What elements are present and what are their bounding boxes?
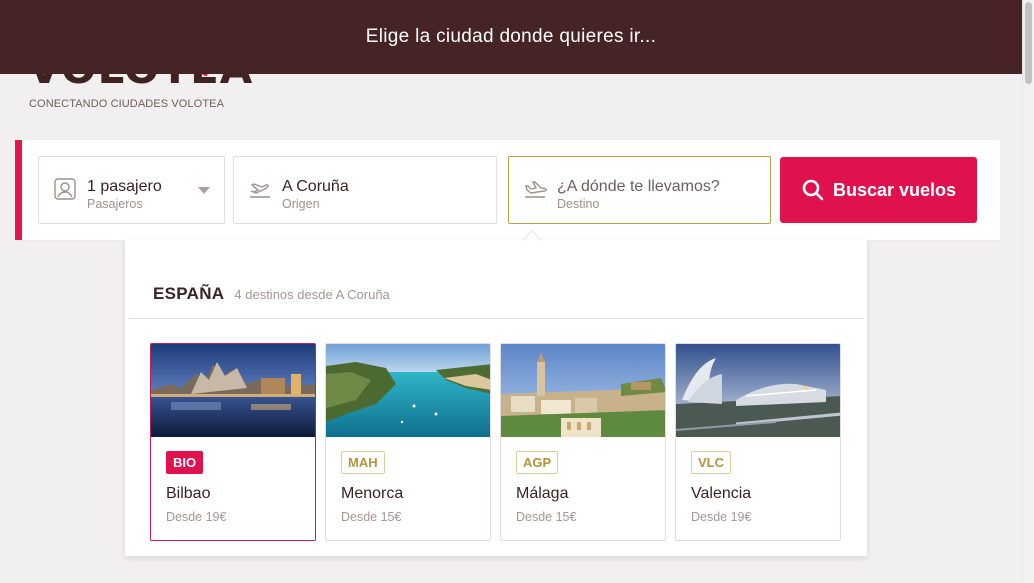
destination-value: ¿A dónde te llevamos?	[557, 178, 720, 195]
destination-card-malaga[interactable]: AGP Málaga Desde 15€	[500, 343, 666, 541]
menorca-photo	[326, 344, 490, 437]
bilbao-photo	[151, 344, 315, 437]
malaga-photo	[501, 344, 665, 437]
plane-landing-icon	[525, 181, 547, 198]
scrollbar-thumb[interactable]	[1025, 2, 1032, 84]
destination-prompt-banner: Elige la ciudad donde quieres ir...	[0, 0, 1022, 74]
banner-text: Elige la ciudad donde quieres ir...	[365, 26, 657, 47]
destinations-count: 4 destinos desde A Coruña	[234, 287, 390, 302]
chevron-down-icon	[198, 187, 210, 194]
page: VOLOTEA CONECTANDO CIUDADES VOLOTEA Elig…	[0, 0, 1034, 583]
destination-price: Desde 19€	[166, 510, 227, 524]
airport-code-badge: VLC	[691, 451, 731, 474]
destination-city: Menorca	[341, 485, 404, 502]
plane-takeoff-icon	[250, 183, 270, 198]
destination-cards: BIO Bilbao Desde 19€ MAH Menorca Desde 1…	[150, 343, 841, 541]
destination-price: Desde 15€	[341, 510, 402, 524]
destination-city: Valencia	[691, 485, 752, 502]
passengers-field[interactable]: 1 pasajero Pasajeros	[38, 156, 225, 224]
airport-code-badge: MAH	[341, 451, 385, 474]
country-name: ESPAÑA	[153, 284, 225, 303]
valencia-photo	[676, 344, 840, 437]
search-icon	[802, 179, 824, 201]
logo-tagline: CONECTANDO CIUDADES VOLOTEA	[29, 98, 225, 110]
destination-label: Destino	[557, 197, 600, 211]
origin-value: A Coruña	[282, 178, 349, 195]
destination-card-bilbao[interactable]: BIO Bilbao Desde 19€	[150, 343, 316, 541]
search-button-label: Buscar vuelos	[832, 179, 957, 200]
flight-search-bar: 1 pasajero Pasajeros A Coruña Origen ¿A …	[15, 140, 1000, 240]
destination-city: Málaga	[516, 485, 569, 502]
page-scrollbar[interactable]	[1022, 0, 1034, 583]
destinations-dropdown: ESPAÑA 4 destinos desde A Coruña BIO Bil…	[125, 230, 867, 556]
airport-code-badge: AGP	[516, 451, 559, 474]
destination-price: Desde 19€	[691, 510, 752, 524]
destination-city: Bilbao	[166, 485, 211, 502]
destination-card-valencia[interactable]: VLC Valencia Desde 19€	[675, 343, 841, 541]
origin-field[interactable]: A Coruña Origen	[233, 156, 497, 224]
search-flights-button[interactable]: Buscar vuelos	[780, 157, 977, 223]
person-icon	[54, 178, 76, 200]
destination-card-menorca[interactable]: MAH Menorca Desde 15€	[325, 343, 491, 541]
passengers-value: 1 pasajero	[87, 178, 162, 195]
passengers-label: Pasajeros	[87, 197, 143, 211]
destination-price: Desde 15€	[516, 510, 577, 524]
origin-label: Origen	[282, 197, 320, 211]
airport-code-badge: BIO	[166, 451, 204, 474]
destination-field[interactable]: ¿A dónde te llevamos? Destino	[508, 156, 771, 224]
divider	[128, 318, 864, 319]
country-header: ESPAÑA 4 destinos desde A Coruña	[153, 284, 390, 304]
